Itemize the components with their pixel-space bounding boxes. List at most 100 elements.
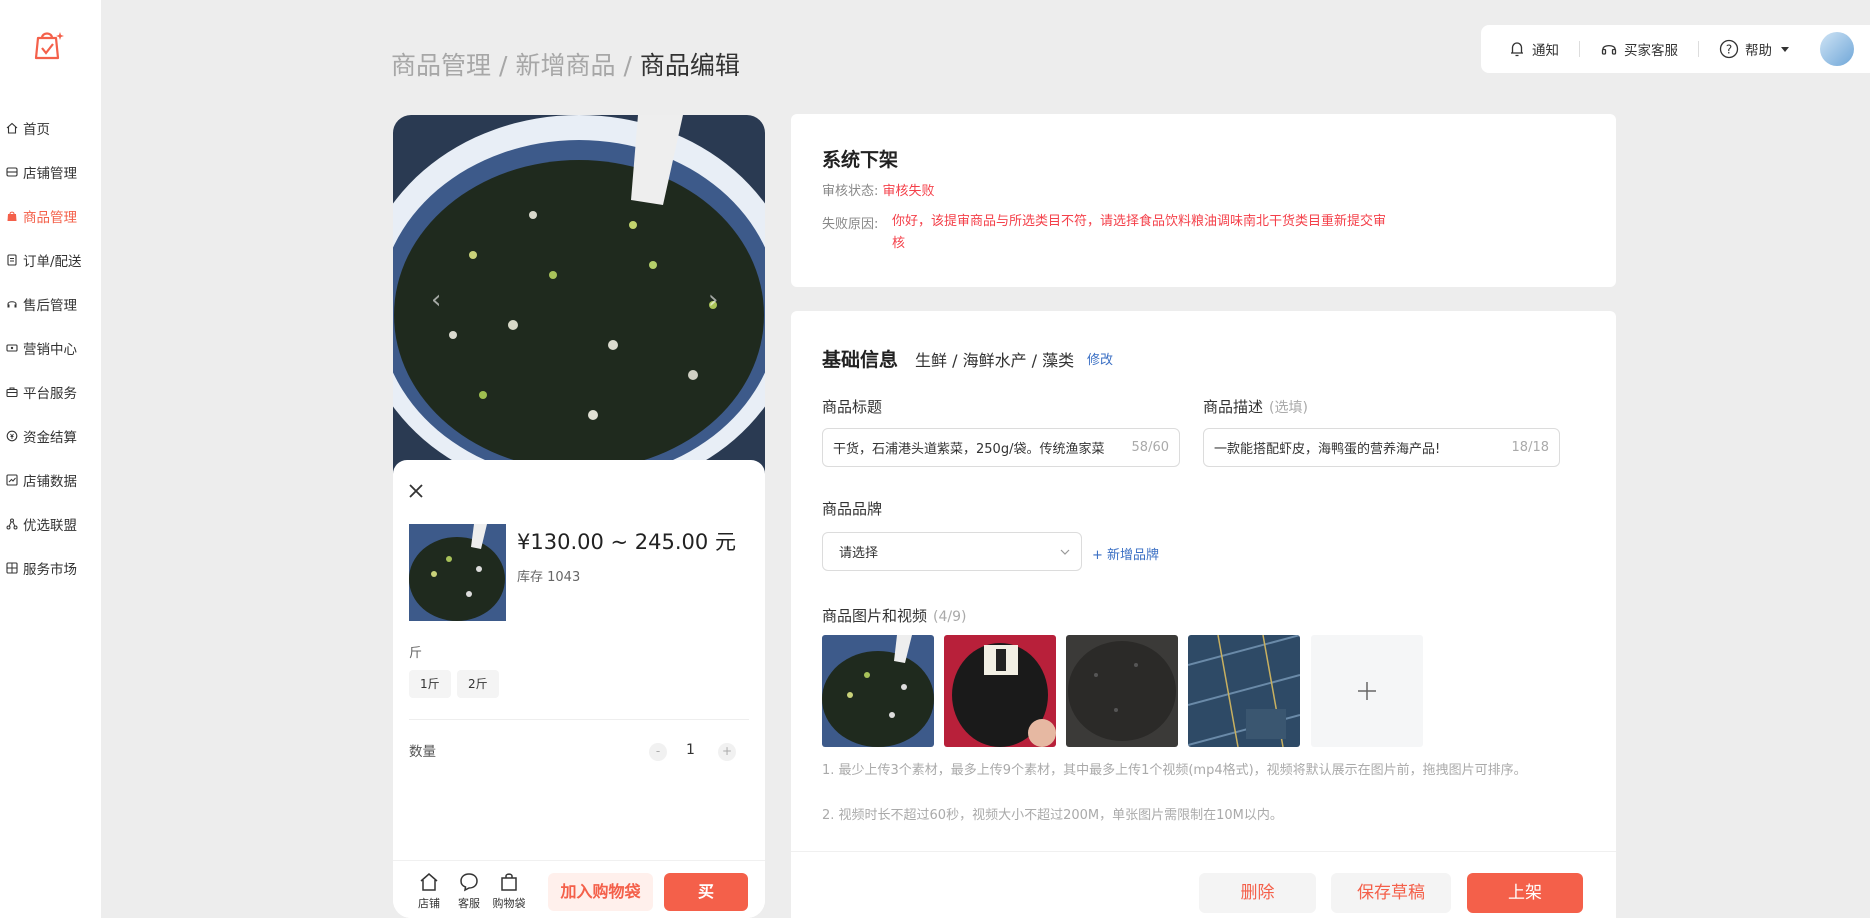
optional-tag: (选填) bbox=[1269, 400, 1308, 416]
brand-label: 商品品牌 bbox=[822, 500, 883, 518]
description-input[interactable]: 一款能搭配虾皮，海鸭蛋的营养海产品! 18/18 bbox=[1203, 428, 1560, 467]
add-to-cart-button[interactable]: 加入购物袋 bbox=[548, 873, 653, 911]
grid-icon bbox=[5, 561, 19, 575]
divider bbox=[1579, 41, 1580, 57]
service-tab[interactable]: 客服 bbox=[449, 871, 489, 911]
cart-tab-label: 购物袋 bbox=[492, 897, 526, 910]
sidebar-item-aftersales[interactable]: 售后管理 bbox=[0, 282, 101, 326]
phone-preview: ‹ › ¥130.00 ~ 245.00 元 库存 1043 斤 1斤 2斤 数… bbox=[393, 115, 765, 918]
sidebar-item-label: 店铺数据 bbox=[23, 474, 77, 490]
media-thumbnail-1[interactable] bbox=[822, 635, 934, 747]
breadcrumb-add-product[interactable]: 新增商品 bbox=[515, 51, 615, 80]
sidebar-item-data[interactable]: 店铺数据 bbox=[0, 458, 101, 502]
basic-info-card: 基础信息 生鲜 / 海鲜水产 / 藻类 修改 商品标题 干货，石浦港头道紫菜，2… bbox=[791, 311, 1616, 918]
quantity-plus-button[interactable]: + bbox=[718, 743, 736, 761]
carousel-prev-arrow[interactable]: ‹ bbox=[431, 285, 441, 315]
order-icon bbox=[5, 253, 19, 267]
title-label: 商品标题 bbox=[822, 398, 883, 416]
title-input-value: 干货，石浦港头道紫菜，250g/袋。传统渔家菜 bbox=[833, 442, 1105, 457]
bell-icon bbox=[1511, 42, 1523, 57]
media-label: 商品图片和视频 (4/9) bbox=[822, 605, 966, 626]
help-menu[interactable]: ? 帮助 bbox=[1719, 39, 1794, 59]
spec-option-2[interactable]: 2斤 bbox=[457, 670, 499, 698]
media-count: (4/9) bbox=[933, 609, 967, 625]
description-input-value: 一款能搭配虾皮，海鸭蛋的营养海产品! bbox=[1214, 442, 1441, 457]
sidebar-item-orders[interactable]: 订单/配送 bbox=[0, 238, 101, 282]
review-status-key: 审核状态: bbox=[822, 184, 879, 199]
sidebar-item-products[interactable]: 商品管理 bbox=[0, 194, 101, 238]
svg-text:?: ? bbox=[1726, 43, 1732, 57]
sidebar-item-settlement[interactable]: 资金结算 bbox=[0, 414, 101, 458]
sidebar-item-alliance[interactable]: 优选联盟 bbox=[0, 502, 101, 546]
sidebar-item-label: 营销中心 bbox=[23, 342, 77, 358]
title-char-count: 58/60 bbox=[1131, 440, 1169, 455]
sidebar-item-label: 服务市场 bbox=[23, 562, 77, 578]
network-icon bbox=[5, 517, 19, 531]
avatar[interactable] bbox=[1820, 32, 1854, 66]
review-status-row: 审核状态: 审核失败 bbox=[822, 180, 935, 199]
publish-button[interactable]: 上架 bbox=[1467, 873, 1583, 913]
breadcrumb-separator: / bbox=[623, 51, 632, 80]
description-label: 商品描述 (选填) bbox=[1203, 396, 1308, 417]
sidebar-item-market[interactable]: 服务市场 bbox=[0, 546, 101, 590]
spec-option-1[interactable]: 1斤 bbox=[409, 670, 451, 698]
review-status-value: 审核失败 bbox=[882, 184, 935, 199]
title-input[interactable]: 干货，石浦港头道紫菜，250g/袋。传统渔家菜 58/60 bbox=[822, 428, 1180, 467]
bag-icon bbox=[5, 209, 19, 223]
delete-button[interactable]: 删除 bbox=[1199, 873, 1316, 913]
chart-icon bbox=[5, 473, 19, 487]
media-thumbnail-2[interactable] bbox=[944, 635, 1056, 747]
notify-button[interactable]: 通知 bbox=[1508, 39, 1559, 59]
media-thumbnail-3[interactable] bbox=[1066, 635, 1178, 747]
store-tab-label: 店铺 bbox=[418, 897, 440, 910]
quantity-minus-button[interactable]: - bbox=[649, 743, 667, 761]
save-draft-button[interactable]: 保存草稿 bbox=[1331, 873, 1451, 913]
sidebar-item-marketing[interactable]: 营销中心 bbox=[0, 326, 101, 370]
caret-down-icon bbox=[1781, 47, 1789, 52]
buyer-service-button[interactable]: 买家客服 bbox=[1600, 39, 1678, 59]
divider bbox=[1698, 41, 1699, 57]
carousel-next-arrow[interactable]: › bbox=[708, 285, 718, 315]
buyer-service-label: 买家客服 bbox=[1624, 43, 1678, 59]
edit-category-link[interactable]: 修改 bbox=[1087, 349, 1113, 368]
preview-action-bar: 店铺 客服 购物袋 加入购物袋 买 bbox=[393, 860, 765, 918]
logo-icon[interactable] bbox=[32, 28, 66, 62]
fail-reason-key: 失败原因: bbox=[822, 217, 879, 232]
fail-reason-text: 你好，该提审商品与所选类目不符，请选择食品饮料粮油调味南北干货类目重新提交审核 bbox=[892, 214, 1387, 251]
add-brand-link[interactable]: + 新增品牌 bbox=[1092, 544, 1159, 563]
cart-tab[interactable]: 购物袋 bbox=[489, 871, 529, 911]
media-hint-1: 1. 最少上传3个素材，最多上传9个素材，其中最多上传1个视频(mp4格式)，视… bbox=[822, 763, 1527, 778]
brand-select[interactable]: 请选择 bbox=[822, 532, 1082, 571]
brand-select-value: 请选择 bbox=[839, 546, 879, 561]
notify-label: 通知 bbox=[1532, 43, 1559, 59]
sidebar-item-home[interactable]: 首页 bbox=[0, 106, 101, 150]
quantity-value[interactable]: 1 bbox=[686, 742, 695, 758]
store-tab[interactable]: 店铺 bbox=[409, 871, 449, 911]
sku-thumbnail bbox=[409, 524, 506, 621]
shopping-bag-icon bbox=[501, 873, 517, 891]
sidebar-item-label: 优选联盟 bbox=[23, 518, 77, 534]
briefcase-icon bbox=[5, 385, 19, 399]
breadcrumb: 商品管理 / 新增商品 / 商品编辑 bbox=[391, 46, 740, 82]
sidebar-item-label: 店铺管理 bbox=[23, 166, 77, 182]
add-media-button[interactable] bbox=[1311, 635, 1423, 747]
close-icon[interactable] bbox=[407, 482, 425, 500]
headset-icon bbox=[1601, 44, 1617, 55]
ticket-icon bbox=[5, 341, 19, 355]
media-hint-2: 2. 视频时长不超过60秒，视频大小不超过200M，单张图片需限制在10M以内。 bbox=[822, 808, 1283, 823]
sidebar-item-store[interactable]: 店铺管理 bbox=[0, 150, 101, 194]
sidebar-item-label: 售后管理 bbox=[23, 298, 77, 314]
buy-button[interactable]: 买 bbox=[664, 873, 748, 911]
home-icon bbox=[5, 121, 19, 135]
media-thumbnail-4[interactable] bbox=[1188, 635, 1300, 747]
service-tab-label: 客服 bbox=[458, 897, 480, 910]
breadcrumb-product-management[interactable]: 商品管理 bbox=[391, 51, 491, 80]
headset-icon bbox=[5, 297, 19, 311]
spec-group-label: 斤 bbox=[409, 646, 423, 661]
price-range: ¥130.00 ~ 245.00 元 bbox=[517, 530, 736, 554]
description-char-count: 18/18 bbox=[1511, 440, 1549, 455]
plus-icon bbox=[1358, 682, 1376, 700]
quantity-label: 数量 bbox=[409, 744, 436, 760]
chevron-down-icon bbox=[1060, 549, 1070, 555]
sidebar-item-platform[interactable]: 平台服务 bbox=[0, 370, 101, 414]
